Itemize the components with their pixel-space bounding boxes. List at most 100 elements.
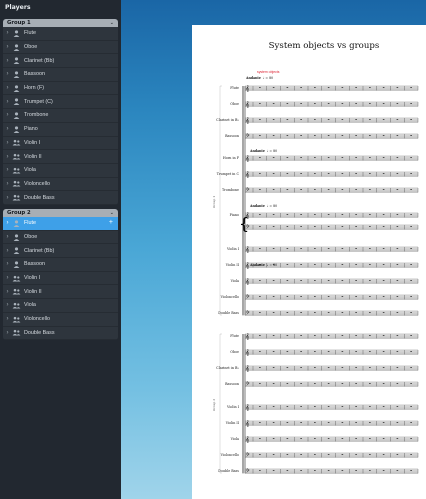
chevron-right-icon[interactable]: › — [3, 140, 12, 146]
player-row[interactable]: › Piano — [3, 123, 118, 137]
chevron-right-icon[interactable]: › — [3, 181, 12, 187]
whole-rest — [410, 470, 412, 471]
chevron-right-icon[interactable]: › — [3, 275, 12, 281]
whole-rest — [382, 367, 385, 368]
whole-rest — [259, 422, 261, 423]
add-instrument-icon[interactable]: + — [109, 219, 113, 226]
chevron-right-icon[interactable]: › — [3, 261, 12, 267]
player-row[interactable]: › Violoncello — [3, 313, 118, 327]
section-player-icon — [12, 152, 24, 161]
chevron-right-icon[interactable]: › — [3, 58, 12, 64]
chevron-right-icon[interactable]: › — [3, 248, 12, 254]
whole-rest — [286, 351, 289, 352]
player-name: Piano — [24, 126, 38, 133]
player-row[interactable]: › Flute + — [3, 217, 118, 231]
tempo-mark[interactable]: Andante ♩ = 80 — [250, 149, 277, 153]
whole-rest — [369, 248, 371, 249]
player-row[interactable]: › Clarinet (Bb) — [3, 54, 118, 69]
chevron-right-icon[interactable]: › — [3, 44, 12, 50]
player-row[interactable]: › Violin II — [3, 285, 118, 300]
whole-rest — [300, 296, 302, 297]
chevron-right-icon[interactable]: › — [3, 126, 12, 132]
chevron-right-icon[interactable]: › — [3, 302, 12, 308]
whole-rest — [396, 119, 399, 120]
whole-rest — [314, 470, 316, 471]
treble-clef: 𝄞 — [246, 420, 250, 428]
chevron-right-icon[interactable]: › — [3, 234, 12, 240]
tempo-mark[interactable]: Andante ♩ = 80 — [246, 76, 273, 80]
whole-rest — [327, 383, 330, 384]
player-row[interactable]: › Horn (F) — [3, 82, 118, 96]
whole-rest — [369, 189, 371, 190]
whole-rest — [369, 173, 371, 174]
whole-rest — [272, 280, 275, 281]
player-row[interactable]: › Clarinet (Bb) — [3, 244, 118, 259]
whole-rest — [396, 264, 399, 265]
player-row[interactable]: › Oboe — [3, 41, 118, 55]
whole-rest — [259, 87, 261, 88]
whole-rest — [341, 226, 344, 227]
whole-rest — [272, 157, 275, 158]
chevron-right-icon[interactable]: › — [3, 220, 12, 226]
player-row[interactable]: › Violin I — [3, 137, 118, 151]
whole-rest — [341, 351, 344, 352]
whole-rest — [410, 454, 412, 455]
player-row[interactable]: › Viola — [3, 299, 118, 313]
bass-clef: 𝄢 — [246, 295, 250, 302]
whole-rest — [382, 335, 385, 336]
whole-rest — [300, 335, 302, 336]
whole-rest — [300, 406, 302, 407]
single-player-icon — [12, 260, 24, 269]
chevron-right-icon[interactable]: › — [3, 154, 12, 160]
group-header[interactable]: Group 1 ⌄ — [3, 19, 118, 27]
player-row[interactable]: › Oboe — [3, 231, 118, 245]
player-row[interactable]: › Double Bass — [3, 191, 118, 205]
player-row[interactable]: › Violin I — [3, 272, 118, 286]
chevron-right-icon[interactable]: › — [3, 71, 12, 77]
whole-rest — [369, 406, 371, 407]
score-page[interactable]: System objects vs groups 𝄞 𝄞 𝄞 𝄢 𝄞 𝄞 𝄢 𝄞 𝄢 𝄞 𝄞 𝄞 𝄢 𝄢{… — [192, 25, 426, 499]
player-row[interactable]: › Trumpet (C) — [3, 95, 118, 110]
whole-rest — [369, 422, 371, 423]
whole-rest — [259, 383, 261, 384]
player-row[interactable]: › Trombone — [3, 109, 118, 123]
player-row[interactable]: › Violoncello — [3, 178, 118, 192]
player-row[interactable]: › Flute — [3, 27, 118, 41]
group-header[interactable]: Group 2 ⌄ — [3, 209, 118, 217]
system-objects-marker[interactable]: system objects — [257, 70, 279, 74]
player-row[interactable]: › Double Bass — [3, 327, 118, 341]
whole-rest — [382, 406, 385, 407]
whole-rest — [410, 335, 412, 336]
whole-rest — [410, 264, 412, 265]
whole-rest — [396, 383, 399, 384]
chevron-right-icon[interactable]: › — [3, 112, 12, 118]
player-name: Violin I — [24, 275, 41, 282]
staff-name: Double Bass — [218, 468, 239, 473]
whole-rest — [272, 335, 275, 336]
chevron-down-icon[interactable]: ⌄ — [110, 209, 114, 217]
chevron-right-icon[interactable]: › — [3, 30, 12, 36]
section-player-icon — [12, 179, 24, 188]
bass-clef: 𝄢 — [246, 188, 250, 195]
chevron-right-icon[interactable]: › — [3, 99, 12, 105]
player-name: Flute — [24, 220, 36, 227]
tempo-mark[interactable]: Andante ♩ = 80 — [250, 204, 277, 208]
tempo-mark[interactable]: Andante ♩ = 80 — [250, 263, 277, 267]
staff-name: Horn in F — [222, 155, 239, 160]
whole-rest — [300, 119, 302, 120]
chevron-right-icon[interactable]: › — [3, 167, 12, 173]
bass-clef: 𝄢 — [246, 134, 250, 141]
player-row[interactable]: › Viola — [3, 164, 118, 178]
player-row[interactable]: › Bassoon — [3, 68, 118, 82]
chevron-right-icon[interactable]: › — [3, 330, 12, 336]
section-player-icon — [12, 166, 24, 175]
whole-rest — [382, 264, 385, 265]
chevron-right-icon[interactable]: › — [3, 195, 12, 201]
chevron-right-icon[interactable]: › — [3, 289, 12, 295]
player-row[interactable]: › Bassoon — [3, 258, 118, 272]
chevron-right-icon[interactable]: › — [3, 85, 12, 91]
chevron-down-icon[interactable]: ⌄ — [110, 19, 114, 27]
chevron-right-icon[interactable]: › — [3, 316, 12, 322]
player-row[interactable]: › Violin II — [3, 150, 118, 164]
whole-rest — [314, 135, 316, 136]
